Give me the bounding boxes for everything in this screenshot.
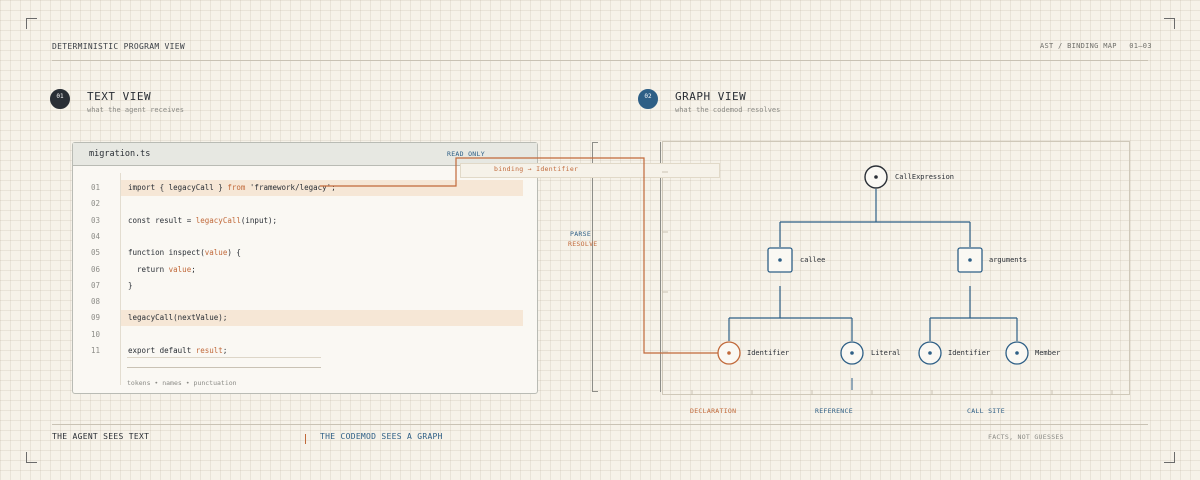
node-callexpression	[864, 165, 888, 189]
node-callee	[767, 247, 793, 273]
label-identifier-declaration: Identifier	[747, 349, 790, 357]
footer-middle: THE CODEMOD SEES A GRAPH	[320, 432, 443, 441]
node-identifier-declaration	[717, 341, 741, 365]
footer-divider	[52, 424, 1148, 425]
binding-connector	[320, 157, 722, 354]
axis-label-call-site: CALL SITE	[967, 407, 1005, 415]
ast-graph	[320, 157, 1113, 395]
footer-left: THE AGENT SEES TEXT	[52, 432, 150, 441]
label-root: CallExpression	[895, 173, 955, 181]
label-identifier-callsite: Identifier	[948, 349, 991, 357]
node-literal	[840, 341, 864, 365]
label-literal: Literal	[871, 349, 901, 357]
label-member: Member	[1035, 349, 1061, 357]
axis-label-declaration: DECLARATION	[690, 407, 737, 415]
label-arguments: arguments	[989, 256, 1027, 264]
node-arguments	[957, 247, 983, 273]
node-identifier-callsite	[918, 341, 942, 365]
label-callee: callee	[800, 256, 826, 264]
footer-accent-bar	[305, 434, 306, 444]
node-member	[1005, 341, 1029, 365]
axis-label-reference: REFERENCE	[815, 407, 853, 415]
footer-right: FACTS, NOT GUESSES	[988, 433, 1064, 441]
